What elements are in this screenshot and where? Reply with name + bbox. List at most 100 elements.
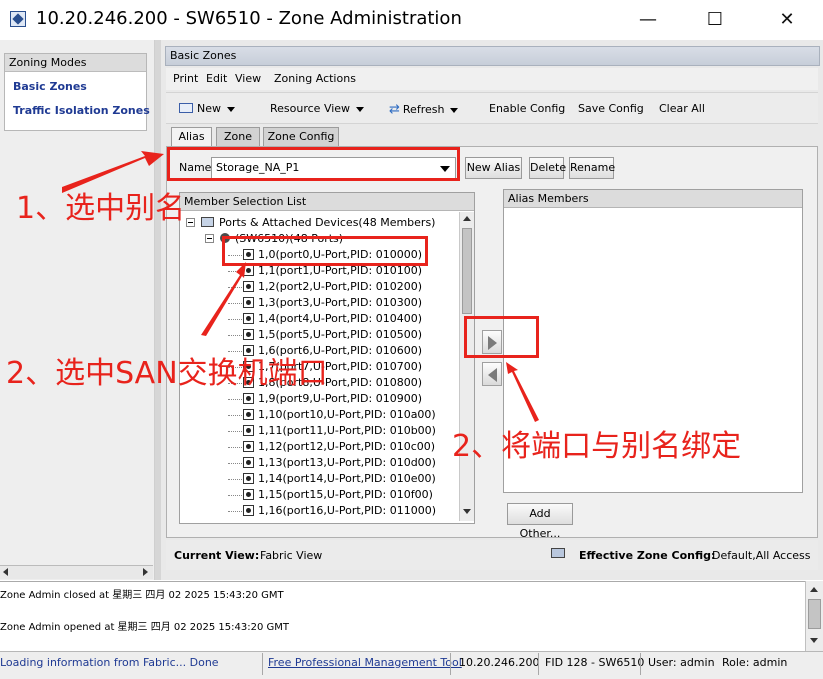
scroll-up-icon[interactable] [463,216,471,221]
port-tree-item[interactable]: 1,11(port11,U-Port,PID: 010b00) [228,423,436,439]
enable-config-button[interactable]: Enable Config [489,102,565,115]
port-label: 1,2(port2,U-Port,PID: 010200) [258,280,422,293]
port-icon [243,313,254,324]
port-tree-item[interactable]: 1,16(port16,U-Port,PID: 011000) [228,503,436,519]
clear-all-button[interactable]: Clear All [659,102,705,115]
tree-connector [228,414,242,416]
refresh-label: Refresh [402,103,445,116]
left-horizontal-scrollbar[interactable] [0,565,153,579]
port-tree-item[interactable]: 1,4(port4,U-Port,PID: 010400) [228,311,422,327]
refresh-icon: ⇄ [389,102,400,117]
zoning-modes-panel: Zoning Modes Basic Zones Traffic Isolati… [4,53,150,131]
port-label: 1,4(port4,U-Port,PID: 010400) [258,312,422,325]
rename-button[interactable]: Rename [569,157,615,179]
alias-members-header: Alias Members [504,190,802,208]
port-label: 1,12(port12,U-Port,PID: 010c00) [258,440,436,453]
chevron-down-icon [450,107,459,113]
log-line: Zone Admin closed at 星期三 四月 02 2025 15:4… [0,590,284,601]
port-tree-item[interactable]: 1,2(port2,U-Port,PID: 010200) [228,279,422,295]
add-other-button[interactable]: Add Other... [507,503,573,540]
footer-separator [538,653,539,675]
tree-root[interactable]: Ports & Attached Devices(48 Members) [186,215,435,231]
mode-basic-zones[interactable]: Basic Zones [13,80,87,93]
chevron-down-icon [227,106,235,112]
zoning-modes-header: Zoning Modes [5,54,146,72]
collapse-icon[interactable] [186,218,195,227]
scroll-up-icon[interactable] [810,587,818,592]
scroll-right-icon[interactable] [143,568,148,576]
resource-view-label: Resource View [270,102,351,115]
port-icon [243,409,254,420]
left-panel: Zoning Modes Basic Zones Traffic Isolati… [0,40,155,580]
footer-separator [640,653,641,675]
devices-icon [201,217,214,227]
new-dropdown-button[interactable]: New [179,102,235,115]
footer-user: User: admin [648,656,715,669]
printer-icon [551,548,565,558]
tab-zone-config[interactable]: Zone Config [263,127,339,146]
menu-view[interactable]: View [235,72,261,85]
effective-zone-config-value: Default,All Access [712,549,811,562]
menu-edit[interactable]: Edit [206,72,227,85]
refresh-button[interactable]: ⇄ Refresh [389,102,459,117]
port-icon [243,489,254,500]
remove-member-button[interactable] [482,362,502,386]
minimize-button[interactable]: — [625,6,671,34]
port-tree-item[interactable]: 1,14(port14,U-Port,PID: 010e00) [228,471,436,487]
log-scroll-thumb[interactable] [808,599,821,629]
current-view-label: Current View: [174,549,260,562]
scroll-left-icon[interactable] [3,568,8,576]
port-icon [243,265,254,276]
view-status-bar: Current View: Fabric View Effective Zone… [166,540,818,570]
tree-vertical-scrollbar[interactable] [459,212,474,521]
port-tree-item[interactable]: 1,3(port3,U-Port,PID: 010300) [228,295,422,311]
tree-connector [228,318,242,320]
collapse-icon[interactable] [205,234,214,243]
port-label: 1,5(port5,U-Port,PID: 010500) [258,328,422,341]
port-label: 1,14(port14,U-Port,PID: 010e00) [258,472,436,485]
maximize-button[interactable]: ☐ [692,6,738,34]
close-button[interactable]: ✕ [764,6,810,34]
port-icon [243,473,254,484]
tree-scroll-thumb[interactable] [462,228,472,314]
tree-connector [228,478,242,480]
mode-traffic-isolation-zones[interactable]: Traffic Isolation Zones [13,104,150,117]
port-tree-item[interactable]: 1,5(port5,U-Port,PID: 010500) [228,327,422,343]
port-tree-item[interactable]: 1,15(port15,U-Port,PID: 010f00) [228,487,433,503]
port-icon [243,329,254,340]
annotation-step-2-select-port: 2、选中SAN交换机端口 [6,356,328,391]
port-tree-item[interactable]: 1,12(port12,U-Port,PID: 010c00) [228,439,435,455]
port-label: 1,9(port9,U-Port,PID: 010900) [258,392,422,405]
tab-zone[interactable]: Zone [216,127,260,146]
new-label: New [197,102,221,115]
free-tool-link[interactable]: Free Professional Management Tool [268,656,462,669]
new-alias-button[interactable]: New Alias [465,157,522,179]
port-icon [243,505,254,516]
annotation-step-1: 1、选中别名 [16,191,186,226]
main-header: Basic Zones [165,46,820,66]
chevron-down-icon [356,106,365,112]
log-line: Zone Admin opened at 星期三 四月 02 2025 15:4… [0,622,290,633]
annotation-box-add-arrow [464,316,539,358]
resource-view-button[interactable]: Resource View [270,102,365,115]
menu-zoning-actions[interactable]: Zoning Actions [274,72,356,85]
scroll-down-icon[interactable] [463,509,471,514]
footer-separator [262,653,263,675]
member-selection-header: Member Selection List [180,193,474,211]
port-label: 1,16(port16,U-Port,PID: 011000) [258,504,436,517]
footer-separator [450,653,451,675]
save-config-button[interactable]: Save Config [578,102,644,115]
menu-print[interactable]: Print [173,72,198,85]
effective-zone-config-label: Effective Zone Config: [579,549,716,562]
port-tree-item[interactable]: 1,10(port10,U-Port,PID: 010a00) [228,407,436,423]
port-icon [243,441,254,452]
tree-connector [228,334,242,336]
tree-connector [228,430,242,432]
scroll-down-icon[interactable] [810,638,818,643]
port-tree-item[interactable]: 1,9(port9,U-Port,PID: 010900) [228,391,422,407]
port-tree-item[interactable]: 1,13(port13,U-Port,PID: 010d00) [228,455,436,471]
log-vertical-scrollbar[interactable] [805,581,823,651]
annotation-box-alias [167,147,460,181]
tab-alias[interactable]: Alias [171,127,212,147]
delete-button[interactable]: Delete [529,157,566,179]
